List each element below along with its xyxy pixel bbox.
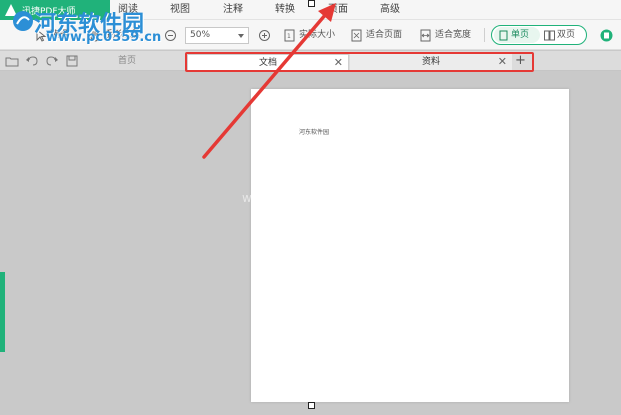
zoom-in-button[interactable] (258, 26, 274, 44)
tab-home[interactable]: 首页 (118, 53, 136, 69)
page-text: 河东软件园 (299, 129, 330, 136)
zoom-out-icon (165, 29, 176, 41)
menu-page[interactable]: 页面 (328, 0, 348, 20)
single-page-button[interactable]: 单页 (494, 27, 540, 43)
double-page-icon (544, 30, 555, 40)
menu-view[interactable]: 视图 (170, 0, 190, 20)
actual-size-button[interactable]: 1 实际大小 (283, 26, 335, 44)
zoom-select[interactable]: 50% (185, 27, 249, 44)
add-tab-button[interactable]: + (515, 53, 526, 69)
fit-width-icon (420, 29, 431, 41)
fit-width-label: 适合宽度 (435, 30, 472, 40)
double-page-label: 双页 (557, 30, 576, 40)
home-tab-label: 首页 (118, 56, 137, 66)
menu-convert[interactable]: 转换 (275, 0, 295, 20)
close-icon[interactable]: ✕ (498, 54, 507, 70)
menu-advanced[interactable]: 高级 (380, 0, 400, 20)
undo-icon[interactable] (25, 54, 39, 68)
fit-page-button[interactable]: 适合页面 (350, 26, 402, 44)
document-page: 河东软件园 (251, 89, 569, 402)
watermark-center-text: www.pHome.NET (242, 191, 358, 205)
menu-annotate[interactable]: 注释 (223, 0, 243, 20)
extra-tool-button[interactable] (600, 26, 616, 44)
chevron-down-icon (238, 34, 244, 38)
tab-strip: 首页 文档 ✕ 资料 ✕ + (0, 51, 621, 71)
actual-size-label: 实际大小 (299, 30, 336, 40)
resize-handle-bottom[interactable] (308, 402, 315, 409)
tab-label: 资料 (421, 57, 440, 67)
save-icon[interactable] (65, 54, 79, 68)
fit-page-icon (351, 29, 362, 41)
zoom-out-button[interactable] (164, 26, 180, 44)
double-page-button[interactable]: 双页 (544, 27, 584, 43)
redo-icon[interactable] (45, 54, 59, 68)
svg-text:1: 1 (287, 33, 291, 40)
tab-label: 文档 (258, 58, 277, 68)
page-view-toggle: 单页 双页 (491, 25, 587, 45)
fit-width-button[interactable]: 适合宽度 (419, 26, 471, 44)
zoom-value: 50% (190, 30, 211, 40)
quick-access-bar (5, 54, 79, 68)
watermark-site-url: www.pc0359.cn (46, 30, 162, 45)
watermark-logo-icon (13, 11, 33, 31)
fit-page-label: 适合页面 (366, 30, 403, 40)
tab-document-2[interactable]: 资料 ✕ (350, 54, 512, 70)
toolbar-divider (484, 28, 485, 42)
zoom-in-icon (259, 29, 270, 41)
resize-handle-top[interactable] (308, 0, 315, 7)
single-page-icon (499, 30, 508, 40)
actual-size-icon: 1 (284, 29, 295, 41)
tab-document-1[interactable]: 文档 ✕ (187, 54, 349, 70)
open-file-icon[interactable] (5, 54, 19, 68)
side-panel-handle[interactable] (0, 272, 5, 352)
single-page-label: 单页 (511, 30, 530, 40)
green-doc-icon (600, 29, 613, 41)
close-icon[interactable]: ✕ (334, 55, 343, 71)
